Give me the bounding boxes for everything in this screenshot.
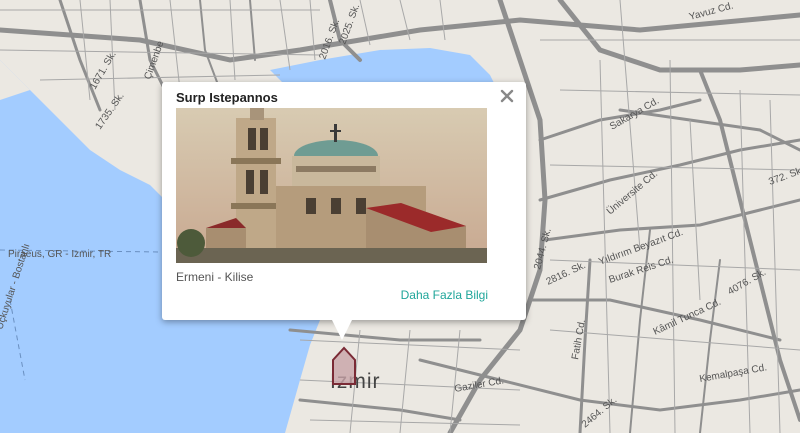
popup-tail: [331, 318, 353, 340]
popup-category: Ermeni - Kilise: [176, 270, 254, 284]
close-icon[interactable]: [498, 87, 516, 105]
popup-title: Surp Istepannos: [176, 90, 278, 105]
church-photo: [176, 108, 487, 263]
info-popup: Surp Istepannos Ermeni - Kilise Daha Faz…: [162, 82, 526, 320]
more-info-link[interactable]: Daha Fazla Bilgi: [401, 288, 488, 302]
church-marker-icon[interactable]: [331, 346, 357, 386]
